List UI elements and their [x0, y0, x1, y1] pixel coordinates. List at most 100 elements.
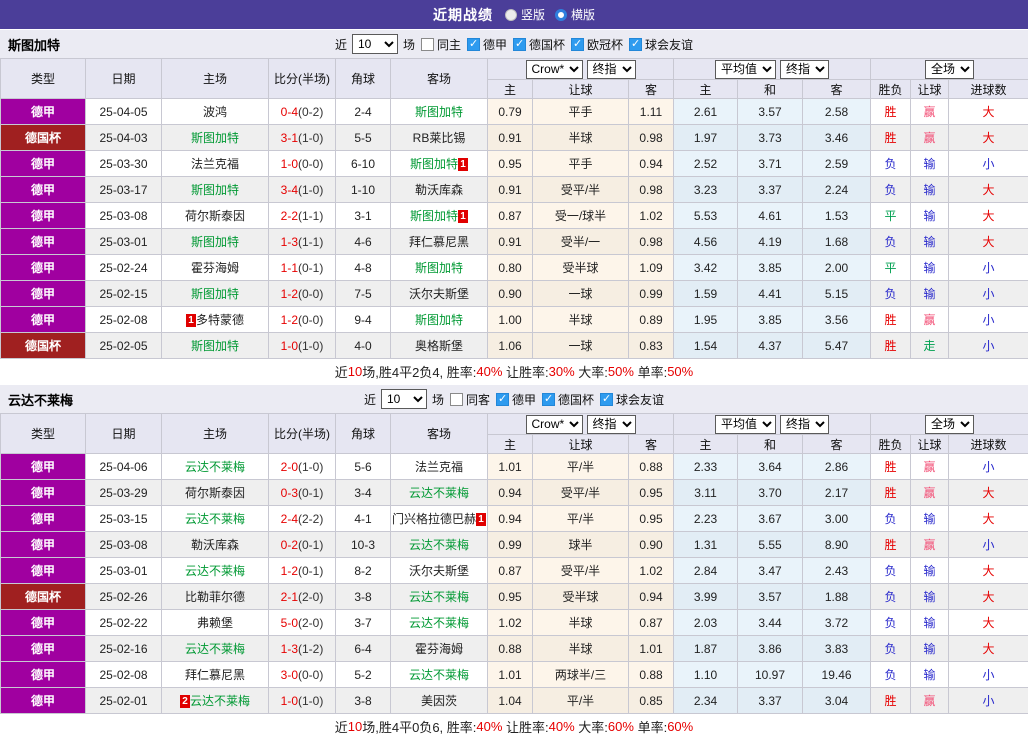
home-team-cell: 荷尔斯泰因 [162, 480, 269, 506]
fulltime-score: 2-4 [281, 512, 298, 526]
avg-draw-odds: 3.44 [738, 610, 803, 636]
sub-col-header: 让球 [911, 435, 949, 454]
away-team[interactable]: 门兴格拉德巴赫 [392, 512, 476, 526]
away-team-cell: 斯图加特1 [391, 151, 488, 177]
away-team[interactable]: 拜仁慕尼黑 [409, 235, 469, 249]
avg-away-odds: 2.24 [803, 177, 871, 203]
home-team[interactable]: 多特蒙德 [196, 313, 244, 327]
away-team[interactable]: 奥格斯堡 [415, 339, 463, 353]
away-team[interactable]: 沃尔夫斯堡 [409, 564, 469, 578]
match-row: 德甲25-03-01云达不莱梅1-2(0-1)8-2沃尔夫斯堡0.87受平/半1… [1, 558, 1028, 584]
handicap-home-odds: 0.91 [488, 177, 533, 203]
corner-score: 3-8 [336, 688, 391, 714]
handicap-home-odds: 0.94 [488, 506, 533, 532]
home-team[interactable]: 拜仁慕尼黑 [185, 668, 245, 682]
halftime-score: (0-1) [298, 564, 323, 578]
home-team[interactable]: 法兰克福 [191, 157, 239, 171]
league-filter-checkbox[interactable] [600, 393, 613, 406]
away-team[interactable]: 霍芬海姆 [415, 642, 463, 656]
bookmaker-select[interactable]: Crow* [526, 415, 583, 434]
home-team[interactable]: 勒沃库森 [191, 538, 239, 552]
average-group-header: 平均值终指 [674, 414, 871, 435]
scope-select[interactable]: 全场 [925, 60, 974, 79]
same-venue-checkbox[interactable] [450, 393, 463, 406]
league-filter-checkbox[interactable] [542, 393, 555, 406]
odds-type-select-2[interactable]: 终指 [780, 415, 829, 434]
away-team[interactable]: 斯图加特 [415, 261, 463, 275]
layout-radio-selected[interactable] [505, 9, 517, 21]
result-outcome: 胜 [871, 125, 911, 151]
league-filter-checkbox[interactable] [571, 38, 584, 51]
away-team[interactable]: 斯图加特 [415, 313, 463, 327]
away-team[interactable]: 云达不莱梅 [409, 486, 469, 500]
bookmaker-select[interactable]: Crow* [526, 60, 583, 79]
fulltime-score: 1-1 [281, 261, 298, 275]
home-team[interactable]: 云达不莱梅 [185, 564, 245, 578]
away-team[interactable]: 斯图加特 [415, 105, 463, 119]
home-team[interactable]: 云达不莱梅 [185, 512, 245, 526]
home-team-cell: 斯图加特 [162, 177, 269, 203]
away-team[interactable]: 云达不莱梅 [409, 590, 469, 604]
away-team[interactable]: 斯图加特 [410, 209, 458, 223]
home-team[interactable]: 云达不莱梅 [190, 694, 250, 708]
home-team[interactable]: 霍芬海姆 [191, 261, 239, 275]
handicap-home-odds: 0.99 [488, 532, 533, 558]
home-team[interactable]: 斯图加特 [191, 183, 239, 197]
home-team[interactable]: 斯图加特 [191, 287, 239, 301]
match-date: 25-02-26 [86, 584, 162, 610]
away-team[interactable]: 云达不莱梅 [409, 616, 469, 630]
away-team[interactable]: 勒沃库森 [415, 183, 463, 197]
odds-type-select-2[interactable]: 终指 [780, 60, 829, 79]
home-team[interactable]: 斯图加特 [191, 235, 239, 249]
league-badge: 德甲 [1, 203, 86, 229]
league-filter-checkbox[interactable] [513, 38, 526, 51]
scope-select[interactable]: 全场 [925, 415, 974, 434]
league-filter-checkbox[interactable] [467, 38, 480, 51]
home-team[interactable]: 云达不莱梅 [185, 642, 245, 656]
handicap-group-header: Crow*终指 [488, 59, 674, 80]
away-team[interactable]: 斯图加特 [410, 157, 458, 171]
layout-radio-unselected[interactable] [555, 9, 567, 21]
handicap-home-odds: 0.95 [488, 151, 533, 177]
home-team[interactable]: 斯图加特 [191, 339, 239, 353]
corner-score: 8-2 [336, 558, 391, 584]
average-select[interactable]: 平均值 [715, 415, 776, 434]
home-team[interactable]: 斯图加特 [191, 131, 239, 145]
average-select[interactable]: 平均值 [715, 60, 776, 79]
avg-draw-odds: 3.64 [738, 454, 803, 480]
away-team[interactable]: 法兰克福 [415, 460, 463, 474]
away-team[interactable]: 云达不莱梅 [409, 668, 469, 682]
handicap-away-odds: 0.94 [629, 151, 674, 177]
league-filter-label: 德国杯 [529, 36, 565, 53]
result-goals: 小 [949, 688, 1028, 714]
handicap-line: 受半球 [533, 255, 629, 281]
home-team[interactable]: 荷尔斯泰因 [185, 209, 245, 223]
handicap-away-odds: 1.09 [629, 255, 674, 281]
league-filter-checkbox[interactable] [629, 38, 642, 51]
result-goals: 小 [949, 454, 1028, 480]
avg-draw-odds: 4.37 [738, 333, 803, 359]
home-team[interactable]: 荷尔斯泰因 [185, 486, 245, 500]
home-team[interactable]: 云达不莱梅 [185, 460, 245, 474]
halftime-score: (0-0) [298, 157, 323, 171]
away-team[interactable]: 美因茨 [421, 694, 457, 708]
result-goals: 小 [949, 307, 1028, 333]
match-count-select[interactable]: 10 [352, 34, 398, 54]
match-count-select[interactable]: 10 [381, 389, 427, 409]
home-team[interactable]: 比勒菲尔德 [185, 590, 245, 604]
corner-score: 7-5 [336, 281, 391, 307]
league-filter-checkbox[interactable] [496, 393, 509, 406]
halftime-score: (0-0) [298, 287, 323, 301]
home-team[interactable]: 波鸿 [203, 105, 227, 119]
odds-type-select[interactable]: 终指 [587, 60, 636, 79]
result-outcome: 负 [871, 610, 911, 636]
same-venue-checkbox[interactable] [421, 38, 434, 51]
away-team[interactable]: RB莱比锡 [413, 131, 466, 145]
away-team[interactable]: 沃尔夫斯堡 [409, 287, 469, 301]
home-team[interactable]: 弗赖堡 [197, 616, 233, 630]
result-handicap: 输 [911, 281, 949, 307]
away-team[interactable]: 云达不莱梅 [409, 538, 469, 552]
odds-type-select[interactable]: 终指 [587, 415, 636, 434]
sub-col-header: 和 [738, 435, 803, 454]
league-badge: 德甲 [1, 229, 86, 255]
